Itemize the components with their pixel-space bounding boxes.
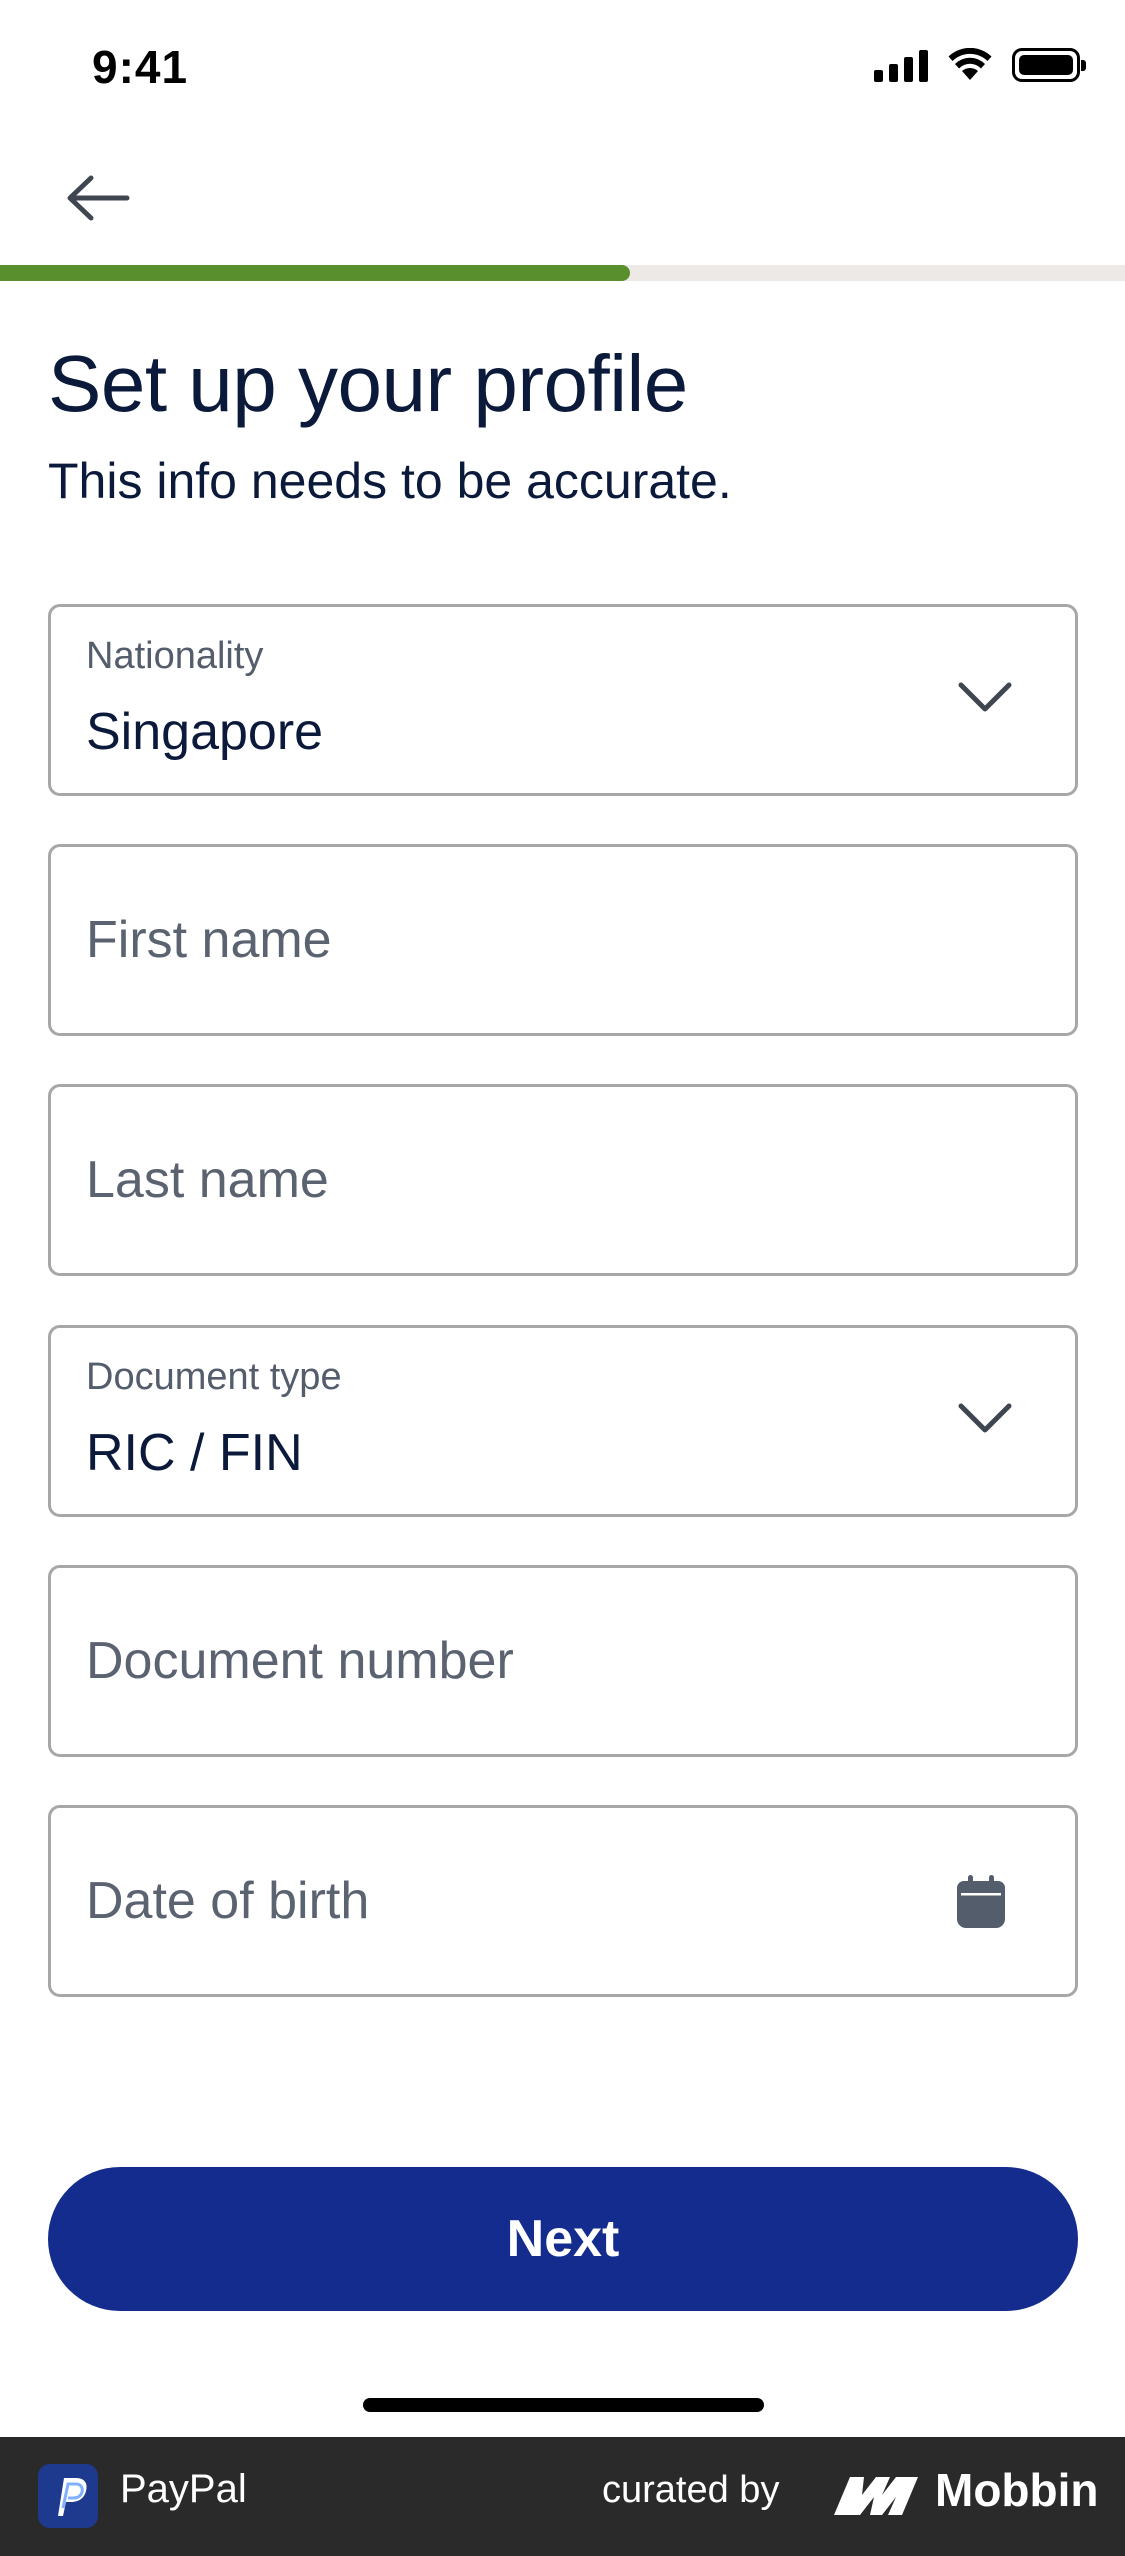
nationality-value: Singapore (86, 703, 324, 761)
wifi-icon (948, 48, 992, 80)
document-type-label: Document type (86, 1356, 342, 1398)
last-name-placeholder: Last name (86, 1151, 329, 1209)
document-number-field[interactable]: Document number (48, 1565, 1078, 1757)
footer-bar: PayPal curated by Mobbin (0, 2437, 1125, 2556)
nationality-select[interactable]: Nationality Singapore (48, 604, 1078, 796)
page-subtitle: This info needs to be accurate. (48, 453, 732, 509)
progress-bar-fill (0, 265, 630, 281)
mobbin-logo-icon (834, 2477, 918, 2515)
status-bar: 9:41 (0, 0, 1125, 140)
nationality-label: Nationality (86, 635, 264, 677)
last-name-field[interactable]: Last name (48, 1084, 1078, 1276)
document-type-value: RIC / FIN (86, 1424, 303, 1482)
home-indicator (363, 2398, 764, 2412)
chevron-down-icon (958, 1403, 1012, 1433)
brand-name: Mobbin (935, 2464, 1099, 2516)
chevron-down-icon (958, 682, 1012, 712)
date-of-birth-field[interactable]: Date of birth (48, 1805, 1078, 1997)
document-type-select[interactable]: Document type RIC / FIN (48, 1325, 1078, 1517)
first-name-placeholder: First name (86, 911, 332, 969)
battery-icon (1012, 48, 1086, 82)
cellular-signal-icon (874, 48, 928, 82)
calendar-icon[interactable] (955, 1874, 1007, 1930)
page-title: Set up your profile (48, 339, 688, 428)
curated-by-label: curated by (602, 2469, 780, 2511)
progress-bar (0, 265, 1125, 281)
status-time: 9:41 (92, 41, 189, 93)
paypal-logo-icon (38, 2464, 98, 2528)
date-of-birth-placeholder: Date of birth (86, 1872, 370, 1930)
first-name-field[interactable]: First name (48, 844, 1078, 1036)
status-icons (874, 48, 1086, 82)
app-name: PayPal (120, 2467, 247, 2511)
next-button[interactable]: Next (48, 2167, 1078, 2311)
document-number-placeholder: Document number (86, 1632, 514, 1690)
back-button[interactable] (58, 165, 138, 231)
arrow-left-icon (67, 175, 130, 221)
